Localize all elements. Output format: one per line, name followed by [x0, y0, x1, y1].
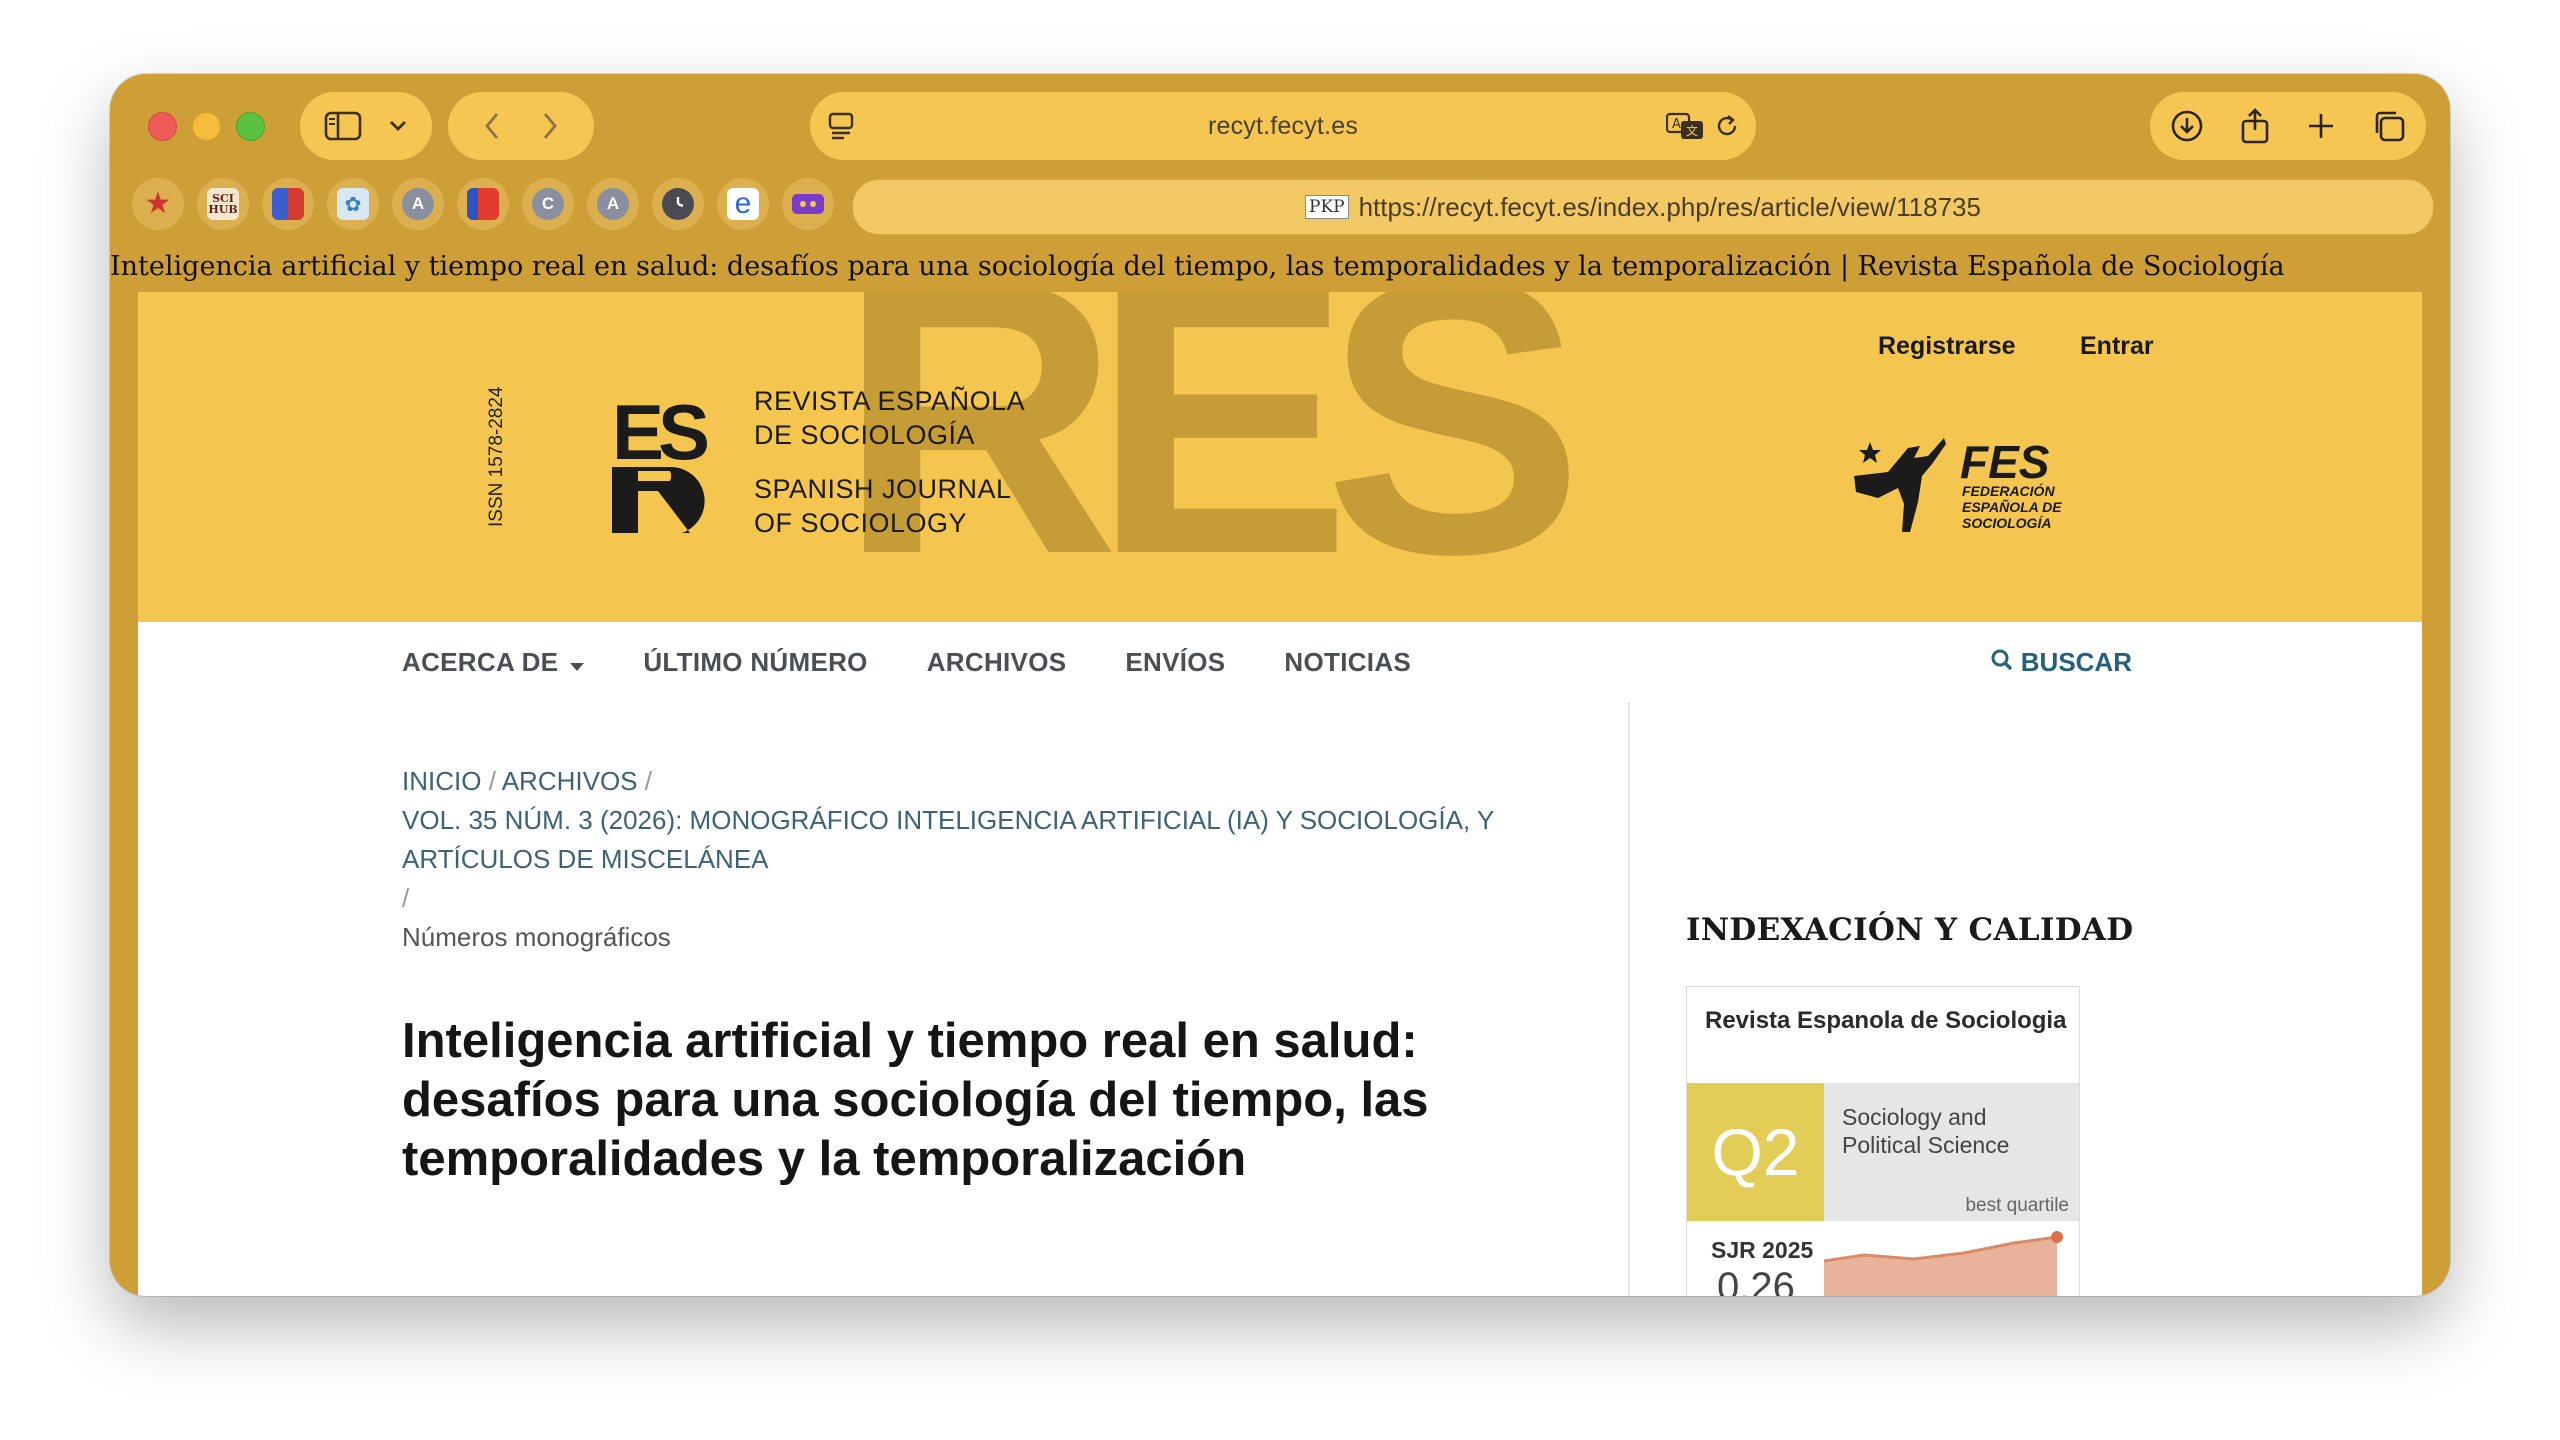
favorites-bar: ★ SCI HUB ✿ A C A e — [132, 178, 834, 230]
fes-line: ESPAÑOLA DE — [1962, 498, 2062, 515]
svg-text:ES: ES — [612, 388, 707, 476]
sjr-journal-name: Revista Espanola de Sociologia — [1705, 1007, 2067, 1034]
reload-icon[interactable] — [1714, 113, 1740, 139]
search-icon — [1991, 647, 2013, 678]
map-icon: ✿ — [337, 188, 369, 220]
fes-line: SOCIOLOGÍA — [1962, 515, 2051, 531]
star-icon: ★ — [144, 187, 172, 220]
fes-logo[interactable]: FES FEDERACIÓN ESPAÑOLA DE SOCIOLOGÍA — [1848, 428, 2098, 543]
sidebar-divider — [1628, 702, 1630, 1296]
sjr-widget[interactable]: Revista Espanola de Sociologia Q2 Sociol… — [1686, 986, 2080, 1296]
register-link[interactable]: Registrarse — [1878, 332, 2016, 361]
favorite-vr[interactable] — [782, 178, 834, 230]
nav-submissions[interactable]: ENVÍOS — [1125, 647, 1225, 678]
breadcrumb-archives[interactable]: ARCHIVOS — [502, 766, 638, 796]
flag-icon — [467, 188, 499, 220]
caret-down-icon — [570, 647, 585, 678]
download-icon[interactable] — [2170, 109, 2204, 143]
sjr-quartile: Q2 — [1687, 1083, 1824, 1221]
sjr-category: Sociology and Political Science — [1842, 1104, 2010, 1158]
fes-line: FEDERACIÓN — [1962, 482, 2055, 499]
minimize-window-button[interactable] — [192, 112, 221, 141]
logo-line: REVISTA ESPAÑOLA — [754, 386, 1026, 416]
favorite-a-2[interactable]: A — [587, 178, 639, 230]
chevron-down-icon[interactable] — [388, 119, 408, 133]
site-favicon: PKP — [1305, 195, 1349, 219]
indexing-heading: INDEXACIÓN Y CALIDAD — [1686, 912, 2134, 948]
breadcrumb-separator: / — [644, 766, 652, 796]
new-tab-icon[interactable] — [2306, 111, 2336, 141]
favorite-flag-2[interactable] — [457, 178, 509, 230]
breadcrumb-home[interactable]: INICIO — [402, 766, 481, 796]
favorite-scihub[interactable]: SCI HUB — [197, 178, 249, 230]
letter-a-icon: A — [597, 188, 629, 220]
browser-window: recyt.fecyt.es A文 ★ SCI HUB ✿ A C A e PK… — [110, 74, 2450, 1296]
login-link[interactable]: Entrar — [2080, 332, 2154, 361]
breadcrumb: INICIO / ARCHIVOS / VOL. 35 NÚM. 3 (2026… — [402, 762, 1562, 957]
journal-logo-text[interactable]: REVISTA ESPAÑOLA DE SOCIOLOGÍA SPANISH J… — [754, 384, 1025, 540]
nav-about[interactable]: ACERCA DE — [402, 646, 585, 678]
page-tab-title: Inteligencia artificial y tiempo real en… — [110, 251, 2285, 282]
vr-icon — [792, 194, 824, 214]
scihub-icon: SCI HUB — [207, 188, 239, 220]
breadcrumb-section: Números monográficos — [402, 922, 671, 952]
article-title: Inteligencia artificial y tiempo real en… — [402, 1014, 1429, 1186]
address-domain: recyt.fecyt.es — [1207, 111, 1359, 140]
sjr-category-box: Sociology and Political Science best qua… — [1824, 1083, 2079, 1221]
window-actions-group — [2150, 92, 2426, 160]
nav-archives[interactable]: ARCHIVOS — [927, 647, 1067, 678]
res-logo-icon[interactable]: ES — [612, 387, 736, 540]
fes-figure-icon — [1854, 438, 1946, 532]
sjr-year: SJR 2025 — [1711, 1237, 1814, 1263]
flag-icon — [272, 188, 304, 220]
nav-label: ACERCA DE — [402, 646, 559, 677]
fes-name: FES — [1960, 436, 2050, 488]
site-header: RES ISSN 1578-2824 ES REVISTA ESPAÑOLA D… — [138, 292, 2422, 622]
page-menu-icon[interactable] — [828, 112, 854, 140]
issn-label: ISSN 1578-2824 — [486, 386, 507, 528]
nav-news[interactable]: NOTICIAS — [1284, 647, 1411, 678]
logo-line: DE SOCIOLOGÍA — [754, 420, 976, 450]
edge-e-icon: e — [727, 187, 759, 220]
close-window-button[interactable] — [148, 112, 177, 141]
favorite-flag-1[interactable] — [262, 178, 314, 230]
web-page: RES ISSN 1578-2824 ES REVISTA ESPAÑOLA D… — [138, 292, 2422, 1296]
tab-overview-icon[interactable] — [2372, 109, 2406, 143]
sidebar-icon[interactable] — [324, 111, 362, 141]
forward-icon[interactable] — [541, 111, 559, 141]
url-text: https://recyt.fecyt.es/index.php/res/art… — [1358, 191, 1981, 222]
letter-a-icon: A — [402, 188, 434, 220]
favorite-edge[interactable]: e — [717, 178, 769, 230]
nav-current-issue[interactable]: ÚLTIMO NÚMERO — [643, 647, 867, 678]
breadcrumb-issue[interactable]: VOL. 35 NÚM. 3 (2026): MONOGRÁFICO INTEL… — [402, 805, 1494, 874]
logo-line: SPANISH JOURNAL — [754, 474, 1012, 504]
sjr-value: 0.26 — [1717, 1265, 1795, 1296]
sjr-best-quartile: best quartile — [1965, 1195, 2069, 1216]
favorite-clock[interactable] — [652, 178, 704, 230]
share-icon[interactable] — [2240, 108, 2270, 144]
sjr-latest-point — [2051, 1231, 2063, 1243]
zoom-window-button[interactable] — [236, 112, 265, 141]
favorite-c[interactable]: C — [522, 178, 574, 230]
translate-icon[interactable]: A文 — [1666, 112, 1704, 140]
letter-c-icon: C — [532, 188, 564, 220]
sjr-trend-chart — [1824, 1231, 2063, 1296]
clock-icon — [662, 188, 694, 220]
search-label: BUSCAR — [2020, 646, 2132, 677]
breadcrumb-separator: / — [402, 883, 410, 913]
search-link[interactable]: BUSCAR — [1991, 647, 2132, 678]
address-bar[interactable]: recyt.fecyt.es A文 — [810, 92, 1756, 160]
sidebar-toggle-group — [300, 92, 432, 160]
svg-text:文: 文 — [1686, 123, 1698, 138]
logo-line: OF SOCIOLOGY — [754, 508, 968, 538]
breadcrumb-separator: / — [488, 766, 502, 796]
favorite-map[interactable]: ✿ — [327, 178, 379, 230]
url-field[interactable]: PKP https://recyt.fecyt.es/index.php/res… — [852, 179, 2434, 235]
back-icon[interactable] — [483, 111, 501, 141]
favorite-star[interactable]: ★ — [132, 178, 184, 230]
svg-text:A: A — [1672, 117, 1681, 132]
history-nav-group — [448, 92, 594, 160]
favorite-a-1[interactable]: A — [392, 178, 444, 230]
main-nav: ACERCA DE ÚLTIMO NÚMERO ARCHIVOS ENVÍOS … — [343, 622, 2217, 702]
